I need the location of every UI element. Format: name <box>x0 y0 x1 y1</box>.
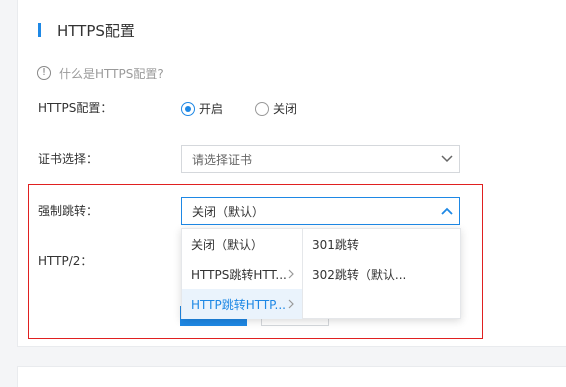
certificate-select[interactable]: 请选择证书 <box>181 145 460 173</box>
help-link[interactable]: ! 什么是HTTPS配置? <box>37 64 164 82</box>
force-redirect-label: 强制跳转： <box>38 204 99 218</box>
option-label: 关闭（默认） <box>191 237 264 252</box>
option-label: HTTP跳转HTTP... <box>191 297 286 312</box>
option-label: 301跳转 <box>312 237 359 252</box>
option-301-redirect[interactable]: 301跳转 <box>303 229 460 259</box>
certificate-label: 证书选择： <box>38 152 99 166</box>
radio-unchecked-icon <box>255 101 269 116</box>
option-http-to-https[interactable]: HTTP跳转HTTP... <box>182 289 302 319</box>
chevron-right-icon <box>286 299 296 309</box>
option-close-default[interactable]: 关闭（默认） <box>182 229 302 259</box>
force-redirect-dropdown: 关闭（默认） HTTPS跳转HTT... HTTP跳转HTTP... 301跳转… <box>181 228 461 319</box>
chevron-down-icon <box>435 145 459 173</box>
section-title: HTTPS配置 <box>57 22 135 40</box>
certificate-select-placeholder: 请选择证书 <box>192 152 253 167</box>
radio-label: 关闭 <box>273 102 298 116</box>
radio-https-on[interactable]: 开启 <box>181 100 223 117</box>
option-302-redirect[interactable]: 302跳转（默认... <box>303 259 460 289</box>
radio-https-off[interactable]: 关闭 <box>255 100 297 117</box>
radio-label: 开启 <box>199 102 224 116</box>
http2-label: HTTP/2： <box>38 254 93 268</box>
option-label: 302跳转（默认... <box>312 267 407 282</box>
section-accent-bar <box>38 23 41 37</box>
help-link-text: 什么是HTTPS配置? <box>59 66 164 81</box>
force-redirect-select[interactable]: 关闭（默认） <box>181 197 460 225</box>
option-https-to-http[interactable]: HTTPS跳转HTT... <box>182 259 302 289</box>
dropdown-level2: 301跳转 302跳转（默认... <box>303 229 460 318</box>
question-circle-icon: ! <box>37 66 51 80</box>
force-redirect-value: 关闭（默认） <box>192 204 265 219</box>
dropdown-level1: 关闭（默认） HTTPS跳转HTT... HTTP跳转HTTP... <box>182 229 303 319</box>
radio-checked-icon <box>181 101 195 116</box>
chevron-right-icon <box>286 269 296 279</box>
option-label: HTTPS跳转HTT... <box>191 267 286 282</box>
chevron-up-icon <box>435 197 459 225</box>
https-config-label: HTTPS配置： <box>38 101 113 115</box>
